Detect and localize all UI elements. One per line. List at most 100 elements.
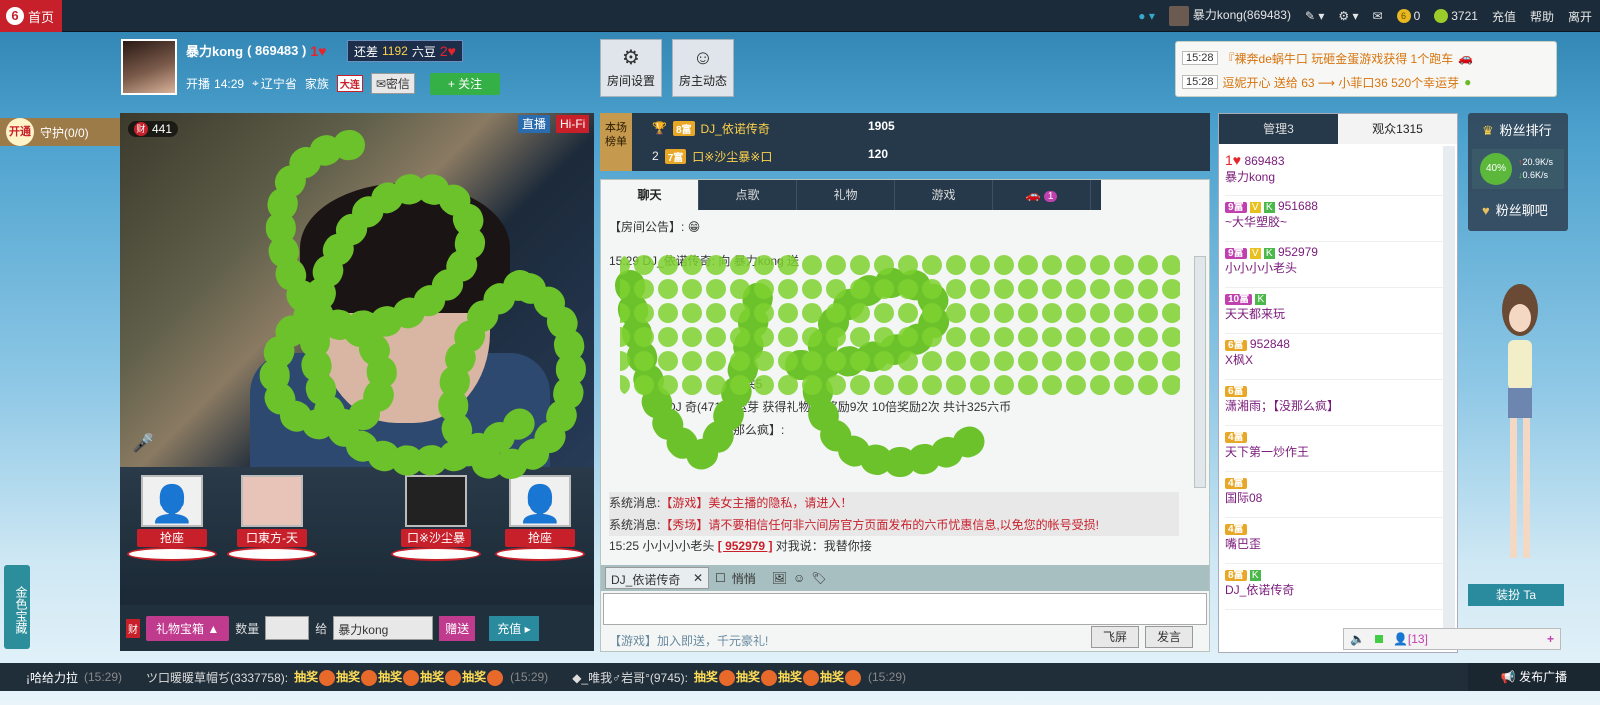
tab-gift[interactable]: 礼物 [797, 180, 895, 210]
tab-admin[interactable]: 管理3 [1219, 114, 1338, 144]
tab-song[interactable]: 点歌 [699, 180, 797, 210]
ticker-user[interactable]: ◆_唯我♂岩哥°(9745): [572, 669, 688, 686]
pm-user[interactable]: 小小小小老头 [642, 539, 714, 553]
add-icon[interactable]: + [1547, 632, 1554, 646]
gift-box-button[interactable]: 礼物宝箱 ▲ [146, 615, 230, 641]
ticker-user[interactable]: ツ口暖暖草帽ぢ(3337758): [146, 669, 288, 686]
user-row[interactable]: 9富 V K 952979 小小小小老头 [1225, 242, 1451, 288]
gift-recharge-button[interactable]: 充值 ▸ [489, 615, 539, 641]
fly-screen-button[interactable]: 飞屏 [1091, 626, 1139, 648]
pm-id[interactable]: [ 952979 ] [718, 539, 773, 553]
host-dynamics-button[interactable]: ☺ 房主动态 [672, 39, 734, 97]
send-message-button[interactable]: 发言 [1145, 626, 1193, 648]
ticker-user[interactable]: ¡哈给力拉 [26, 669, 78, 686]
user-row[interactable]: 10富 K 天天都来玩 [1225, 288, 1451, 334]
notice-time: 15:28 [1182, 75, 1218, 89]
user-row[interactable]: 4富 天下第一炒作王 [1225, 426, 1451, 472]
user-row[interactable]: 6富 潇湘雨；【没那么疯】 [1225, 380, 1451, 426]
send-gift-button[interactable]: 赠送 [439, 615, 476, 641]
bean-icon [1434, 9, 1449, 24]
bean-count: 3721 [1434, 9, 1478, 24]
pm-text: 对我说：我替你接 [775, 539, 872, 553]
user-row[interactable]: 8富 K DJ_依诺传奇 [1225, 564, 1451, 610]
tab-game[interactable]: 游戏 [895, 180, 993, 210]
gear-icon[interactable]: ⚙ ▾ [1338, 9, 1358, 23]
user-row[interactable]: 4富 嘴巴歪 [1225, 518, 1451, 564]
seat-3[interactable]: 口※沙尘暴 [391, 475, 481, 561]
tab-chat[interactable]: 聊天 [601, 180, 699, 210]
grin-icon: 😁 [687, 220, 701, 234]
family-tag[interactable]: 大连 [336, 75, 363, 92]
lottery-icon [361, 669, 378, 686]
live-time: 14:29 [214, 76, 245, 91]
lottery-label: 抽奖 [777, 670, 802, 685]
rank-row[interactable]: 🏆 8富 DJ_依诺传奇 [652, 115, 770, 141]
speaker-icon[interactable]: 🔈 [1350, 632, 1365, 646]
coin-count: 60 [1396, 9, 1420, 24]
close-icon[interactable]: ✕ [693, 571, 703, 585]
k-badge-icon: K [1255, 294, 1267, 305]
quiet-checkbox[interactable]: ☐ [715, 571, 726, 585]
lottery-label: 抽奖 [378, 670, 403, 685]
user-row[interactable]: 1♥ 869483 暴力kong [1225, 150, 1451, 196]
status-icon[interactable]: ● ▾ [1138, 9, 1155, 23]
private-message-button[interactable]: ✉密信 [370, 73, 415, 94]
recipient-select[interactable]: 暴力kong [333, 616, 434, 640]
vip-icon[interactable]: 🏷 [811, 571, 826, 585]
promo-text[interactable]: 【游戏】加入即送，千元豪礼! [609, 632, 768, 649]
chat-target-select[interactable]: DJ_依诺传奇 ✕ [605, 567, 709, 589]
dress-up-figure[interactable] [1490, 280, 1550, 580]
user-row[interactable]: 6富 952848 X枫X [1225, 334, 1451, 380]
user-id: 952848 [1249, 337, 1290, 351]
dress-up-button[interactable]: 装扮 Ta [1468, 584, 1564, 606]
user-row[interactable]: 9富 V K 951688 ~大华塑胶~ [1225, 196, 1451, 242]
lottery-label: 抽奖 [336, 670, 361, 685]
help-link[interactable]: 帮助 [1530, 8, 1554, 25]
seat-base [227, 547, 317, 561]
notice-text[interactable]: 逗妮开心 送给 63 ⟶ 小菲口36 520个幸运芽 [1223, 74, 1460, 91]
chat-input[interactable] [603, 593, 1207, 625]
gap-unit: 六豆 [411, 44, 436, 59]
host-province: 辽宁省 [260, 77, 297, 91]
image-icon[interactable]: 🖼 [772, 571, 787, 585]
chat-messages: 15:29 DJ_依诺传奇: 向 暴力kong 送 , 共5 DJ 奇(4719… [609, 250, 1187, 490]
mail-icon[interactable]: ✉ [1373, 9, 1383, 23]
quantity-input[interactable] [265, 616, 310, 640]
user-id: 869483 [1244, 154, 1285, 168]
person-count-value: [13] [1407, 632, 1428, 646]
speed-gauge: 40% [1480, 153, 1512, 185]
chat-input-bar: DJ_依诺传奇 ✕ ☐ 悄悄 🖼 ☺ 🏷 [601, 565, 1209, 591]
home-link[interactable]: 6 首页 [0, 0, 62, 32]
user-menu[interactable]: 暴力kong(869483) [1168, 6, 1291, 26]
seat-4[interactable]: 👤 抢座 [495, 475, 585, 561]
rank-row[interactable]: 2 7富 口※沙尘暴※口 [652, 143, 772, 169]
edit-icon[interactable]: ✎ ▾ [1305, 9, 1324, 23]
system-link[interactable]: 【秀场】请不要相信任何非六间房官方页面发布的六币忧惠信息,以免您的帐号受损! [660, 518, 1099, 532]
system-link[interactable]: 【游戏】美女主播的隐私，请进入！ [660, 496, 852, 510]
video-player[interactable]: 财 441 直播 Hi-Fi 🎤 [120, 113, 594, 467]
home-label: 首页 [28, 9, 55, 25]
exit-link[interactable]: 离开 [1568, 8, 1592, 25]
user-name: 天天都来玩 [1225, 307, 1286, 321]
recharge-link[interactable]: 充值 [1492, 8, 1516, 25]
seat-label: 口東方-天 [237, 529, 307, 547]
tab-car[interactable]: 🚗 1 [993, 180, 1091, 210]
follow-button[interactable]: + 关注 [430, 73, 500, 95]
host-avatar[interactable] [121, 39, 177, 95]
fans-bar-button[interactable]: ♥ 粉丝聊吧 [1468, 193, 1568, 229]
seat-1[interactable]: 👤 抢座 [127, 475, 217, 561]
mic-icon[interactable]: 🎤 [132, 433, 154, 454]
user-list-scrollbar[interactable] [1443, 146, 1455, 646]
emoji-icon[interactable]: ☺ [793, 571, 805, 585]
user-row[interactable]: 4富 国际08 [1225, 472, 1451, 518]
seat-2[interactable]: 口東方-天 [227, 475, 317, 561]
tab-audience[interactable]: 观众1315 [1338, 114, 1457, 144]
notice-text[interactable]: 『裸奔de蜗牛口 玩砸金蛋游戏获得 1个跑车 [1223, 50, 1454, 67]
side-game-tab[interactable]: 金色宝藏 [4, 565, 30, 649]
chat-scrollbar[interactable] [1194, 256, 1206, 488]
fans-rank-button[interactable]: ♛ 粉丝排行 [1468, 113, 1568, 149]
open-guard-button[interactable]: 开通 [6, 118, 34, 146]
publish-broadcast-button[interactable]: 📢 发布广播 [1468, 663, 1600, 691]
lottery-label: 抽奖 [735, 670, 760, 685]
room-settings-button[interactable]: ⚙ 房间设置 [600, 39, 662, 97]
